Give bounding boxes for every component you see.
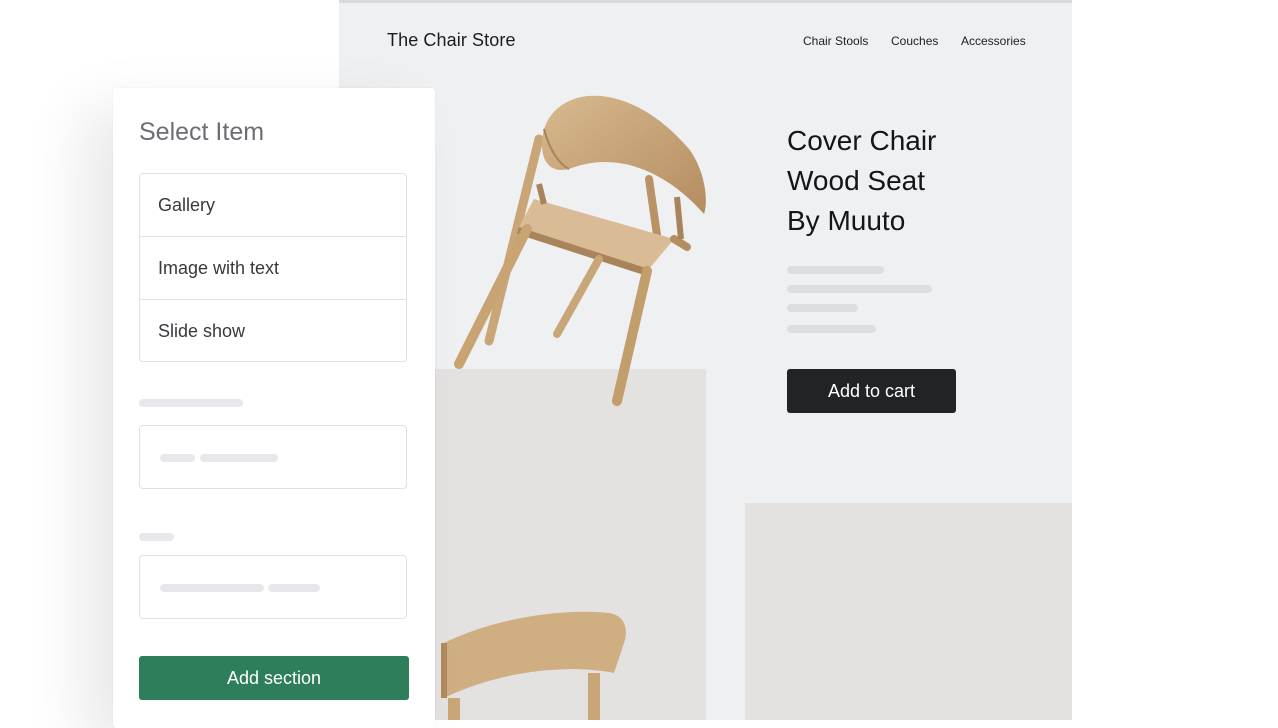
product-title-line: Cover Chair (787, 125, 937, 156)
image-block-right (745, 503, 1072, 720)
panel-title: Select Item (139, 118, 265, 146)
product-title-line: By Muuto (787, 205, 906, 236)
placeholder-field[interactable] (139, 555, 407, 619)
nav-couches[interactable]: Couches (891, 34, 938, 48)
item-image-with-text[interactable]: Image with text (140, 237, 406, 300)
store-preview: The Chair Store Chair Stools Couches Acc… (339, 0, 1072, 720)
chair-image (454, 95, 706, 406)
product-title-line: Wood Seat (787, 165, 926, 196)
placeholder-field[interactable] (139, 425, 407, 489)
field-placeholder-line (160, 584, 264, 592)
field-placeholder-line (160, 454, 195, 462)
description-placeholder-line (787, 285, 932, 293)
description-placeholder-line (787, 304, 858, 312)
chair-image-secondary (441, 611, 626, 720)
add-to-cart-button[interactable]: Add to cart (787, 369, 956, 413)
item-gallery[interactable]: Gallery (140, 174, 406, 237)
product-title: Cover Chair Wood Seat By Muuto (787, 121, 936, 241)
item-list: Gallery Image with text Slide show (139, 173, 407, 362)
store-title[interactable]: The Chair Store (387, 30, 516, 51)
field-placeholder-line (268, 584, 320, 592)
nav-accessories[interactable]: Accessories (961, 34, 1026, 48)
description-placeholder-line (787, 266, 884, 274)
nav-chair-stools[interactable]: Chair Stools (803, 34, 868, 48)
label-placeholder (139, 399, 243, 407)
select-item-panel: Select Item Gallery Image with text Slid… (113, 88, 435, 728)
item-slide-show[interactable]: Slide show (140, 300, 406, 363)
add-section-button[interactable]: Add section (139, 656, 409, 700)
description-placeholder-line (787, 325, 876, 333)
label-placeholder (139, 533, 174, 541)
field-placeholder-line (200, 454, 278, 462)
